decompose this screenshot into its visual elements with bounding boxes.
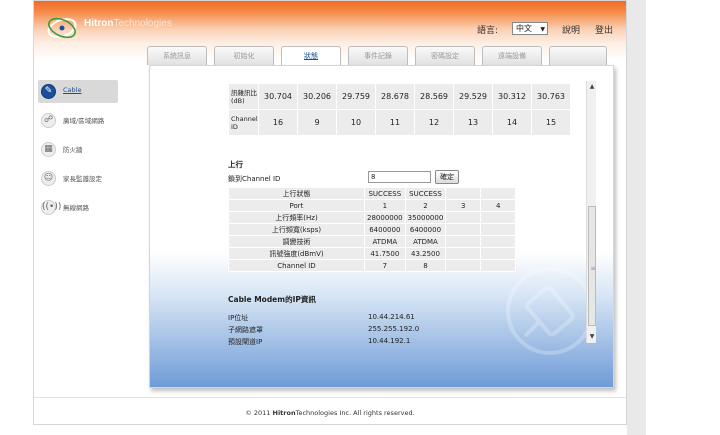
wireless-icon: ((•)) xyxy=(41,200,61,215)
router-admin-frame: HitronTechnologies 語言: 中文 ▼ 說明 登出 系統訊息 初始… xyxy=(33,0,627,425)
tab-password[interactable]: 密碼設定 xyxy=(415,46,475,65)
snr-label: 訊雜訊比(dB) xyxy=(228,83,259,110)
sidebar-item-label: Cable xyxy=(63,86,82,94)
ip-address-value: 10.44.214.61 xyxy=(368,313,415,321)
table-row: Channel ID 16 9 10 11 12 13 14 15 xyxy=(228,109,571,136)
tab-system-info[interactable]: 系統訊息 xyxy=(147,46,207,65)
cable-modem-ip-title: Cable Modem的IP資訊 xyxy=(228,295,316,304)
scroll-up-arrow-icon[interactable]: ▲ xyxy=(588,83,596,91)
footer: © 2011 HitronTechnologies Inc. All right… xyxy=(245,409,415,417)
vertical-scrollbar[interactable]: ▲ ≡ ▼ xyxy=(586,81,596,343)
default-gateway-value: 10.44.192.1 xyxy=(368,337,411,345)
upstream-table: 上行狀態 SUCCESS SUCCESS Port 1 2 3 4 上行頻率(H… xyxy=(228,187,517,272)
cable-icon: ✎ xyxy=(41,84,56,99)
hitron-logo-icon xyxy=(47,17,77,39)
parental-icon: ☺ xyxy=(41,171,56,186)
brand-name: HitronTechnologies xyxy=(84,18,172,29)
sidebar: ✎ Cable ☍ 廣域/區域網路 ▦ 防火牆 ☺ 家長監護設定 ((•)) 無… xyxy=(38,80,118,225)
sidebar-item-cable[interactable]: ✎ Cable xyxy=(38,80,118,103)
subnet-mask-value: 255.255.192.0 xyxy=(368,325,420,333)
plug-watermark-icon xyxy=(506,267,594,355)
sidebar-item-label: 家長監護設定 xyxy=(63,175,102,183)
table-row: 上行頻寬(ksps) 6400000 6400000 xyxy=(228,223,517,236)
sidebar-item-label: 防火牆 xyxy=(63,146,83,154)
table-row: Channel ID 7 8 xyxy=(228,259,517,272)
table-row: 調變技術 ATDMA ATDMA xyxy=(228,235,517,248)
tab-empty xyxy=(549,46,607,65)
upstream-title: 上行 xyxy=(228,160,243,169)
help-link[interactable]: 說明 xyxy=(562,23,580,36)
sidebar-item-wireless[interactable]: ((•)) 無線網路 xyxy=(38,196,118,219)
content-panel: 訊雜訊比(dB) 30.704 30.206 29.759 28.678 28.… xyxy=(149,65,614,388)
ip-address-label: IP位址 xyxy=(228,314,249,322)
tab-event-log[interactable]: 事件記錄 xyxy=(348,46,408,65)
language-label: 語言: xyxy=(477,26,499,36)
table-row: 上行頻率(Hz) 28000000 35000000 xyxy=(228,211,517,224)
language-select[interactable]: 中文 ▼ xyxy=(512,22,548,35)
tab-setup[interactable]: 初始化 xyxy=(214,46,274,65)
scroll-down-arrow-icon[interactable]: ▼ xyxy=(588,333,596,341)
firewall-icon: ▦ xyxy=(41,142,56,157)
sidebar-item-firewall[interactable]: ▦ 防火牆 xyxy=(38,138,118,161)
confirm-button[interactable]: 確定 xyxy=(435,170,459,184)
sidebar-item-label: 無線網路 xyxy=(63,204,89,212)
table-row: 訊號強度(dBmV) 41.7500 43.2500 xyxy=(228,247,517,260)
subnet-mask-label: 子網路遮罩 xyxy=(228,326,263,334)
logout-link[interactable]: 登出 xyxy=(595,23,613,36)
chevron-down-icon: ▼ xyxy=(540,26,545,33)
tab-remote-device[interactable]: 遠端設備 xyxy=(482,46,542,65)
sidebar-item-label: 廣域/區域網路 xyxy=(63,117,105,125)
sidebar-item-parental[interactable]: ☺ 家長監護設定 xyxy=(38,167,118,190)
sidebar-item-wan-lan[interactable]: ☍ 廣域/區域網路 xyxy=(38,109,118,132)
lock-channel-input[interactable]: 8 xyxy=(368,171,431,183)
footer-divider xyxy=(34,397,626,398)
network-icon: ☍ xyxy=(41,113,56,128)
tab-status[interactable]: 狀態 xyxy=(281,46,341,67)
downstream-table: 訊雜訊比(dB) 30.704 30.206 29.759 28.678 28.… xyxy=(228,83,571,136)
outer-gutter xyxy=(627,0,646,435)
scrollbar-thumb[interactable]: ≡ xyxy=(588,206,596,326)
default-gateway-label: 預設閘道IP xyxy=(228,338,263,346)
table-row: Port 1 2 3 4 xyxy=(228,199,517,212)
outer-background xyxy=(646,0,720,435)
channel-id-label: Channel ID xyxy=(228,109,259,136)
table-row: 訊雜訊比(dB) 30.704 30.206 29.759 28.678 28.… xyxy=(228,83,571,110)
grip-icon: ≡ xyxy=(590,265,596,272)
table-row: 上行狀態 SUCCESS SUCCESS xyxy=(228,187,517,200)
lock-channel-label: 鎖到Channel ID xyxy=(228,175,281,183)
